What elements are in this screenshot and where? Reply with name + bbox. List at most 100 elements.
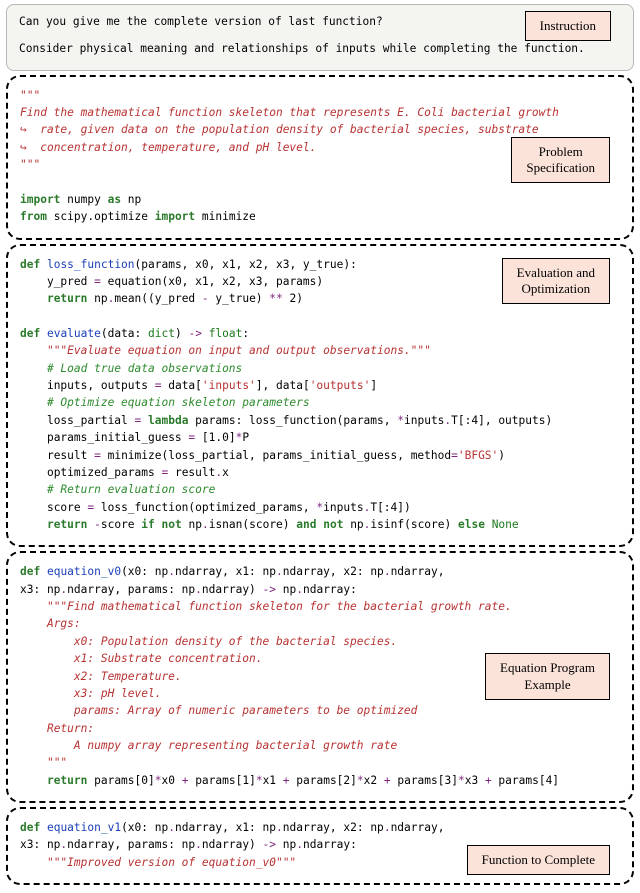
txt: (x0: np: [121, 565, 168, 578]
txt: params_initial_guess: [20, 431, 188, 444]
op-minus: -: [202, 292, 209, 305]
docstring: """Find mathematical function skeleton f…: [47, 600, 512, 613]
op-star: *: [256, 774, 263, 787]
op-arrow: ->: [263, 583, 276, 596]
equation-example-block: Equation Program Example def equation_v0…: [6, 551, 634, 803]
kw-and: and: [296, 518, 316, 531]
label-problem-spec: Problem Specification: [511, 137, 610, 184]
bf-dict: dict: [148, 327, 175, 340]
txt: T[:4]): [370, 501, 410, 514]
doc-x1: x1: Substrate concentration.: [74, 652, 263, 665]
kw-import: import: [155, 210, 195, 223]
txt: loss_partial: [20, 414, 135, 427]
txt: minimize(loss_partial, params_initial_gu…: [101, 449, 451, 462]
bf-none: None: [492, 518, 519, 531]
txt: np: [276, 583, 296, 596]
triple-open: """: [20, 89, 40, 102]
kw-def: def: [20, 327, 40, 340]
txt: ndarray, x1: np: [175, 565, 276, 578]
txt: np: [121, 193, 141, 206]
op-minus: -: [94, 518, 101, 531]
kw-return: return: [47, 774, 87, 787]
problem-spec-block: Problem Specification """ Find the mathe…: [6, 75, 634, 240]
kw-not: not: [323, 518, 343, 531]
txt: data[: [161, 379, 201, 392]
op-dot: .: [296, 838, 303, 851]
txt: ndarray, params: np: [67, 838, 195, 851]
doc-return: Return:: [47, 722, 94, 735]
op-dot: .: [384, 821, 391, 834]
txt: ], data[: [256, 379, 310, 392]
txt: ndarray:: [303, 583, 357, 596]
label-eq-example: Equation Program Example: [485, 653, 610, 700]
txt: ]: [370, 379, 377, 392]
kw-def: def: [20, 565, 40, 578]
op-star: *: [397, 414, 404, 427]
bf-float: float: [209, 327, 243, 340]
function-to-complete-block: Function to Complete def equation_v1(x0:…: [6, 807, 634, 885]
txt: ndarray): [202, 583, 263, 596]
txt: inputs: [323, 501, 363, 514]
txt: x3: np: [20, 838, 60, 851]
instruction-block: Instruction Can you give me the complete…: [6, 4, 634, 71]
txt: numpy: [60, 193, 107, 206]
triple-close: """: [20, 158, 40, 171]
fn-evaluate: evaluate: [47, 327, 101, 340]
op-eq: =: [94, 275, 101, 288]
txt: ndarray): [202, 838, 263, 851]
txt: loss_function(optimized_params,: [94, 501, 316, 514]
txt: y_pred: [20, 275, 94, 288]
txt: score: [101, 518, 141, 531]
txt: x: [222, 466, 229, 479]
txt: ndarray, params: np: [67, 583, 195, 596]
txt: params[1]: [188, 774, 255, 787]
txt: params[3]: [391, 774, 458, 787]
docstring: """Evaluate equation on input and output…: [47, 344, 431, 357]
op-dot: .: [384, 565, 391, 578]
txt: np: [343, 518, 363, 531]
txt: params: loss_function(params,: [188, 414, 397, 427]
str: 'outputs': [310, 379, 371, 392]
txt: [1.0]: [195, 431, 235, 444]
doc-x2: x2: Temperature.: [74, 670, 182, 683]
spec-l2: rate, given data on the population densi…: [40, 123, 538, 136]
op-arrow: ->: [188, 327, 201, 340]
doc-x3: x3: pH level.: [74, 687, 162, 700]
instruction-line2: Consider physical meaning and relationsh…: [19, 40, 621, 57]
doc-ret-line: A numpy array representing bacterial gro…: [74, 739, 397, 752]
op-dot: .: [168, 821, 175, 834]
label-to-complete: Function to Complete: [467, 845, 610, 875]
txt: minimize: [195, 210, 256, 223]
kw-from: from: [20, 210, 47, 223]
triple-close: """: [47, 756, 67, 769]
txt: result: [168, 466, 215, 479]
spec-l1: Find the mathematical function skeleton …: [20, 106, 559, 119]
txt: inputs: [404, 414, 444, 427]
kw-def: def: [20, 258, 40, 271]
op-dot: .: [202, 518, 209, 531]
txt: ndarray,: [391, 821, 445, 834]
op-dstar: **: [269, 292, 282, 305]
docstring: """Improved version of equation_v0""": [47, 856, 296, 869]
txt: :: [242, 327, 249, 340]
txt: x1: [263, 774, 283, 787]
op-dot: .: [276, 565, 283, 578]
txt: ): [498, 449, 505, 462]
label-eval-opt: Evaluation and Optimization: [502, 258, 610, 305]
kw-not: not: [162, 518, 182, 531]
eval-opt-block: Evaluation and Optimization def loss_fun…: [6, 244, 634, 548]
txt: params[2]: [290, 774, 357, 787]
op-arrow: ->: [263, 838, 276, 851]
txt: mean((y_pred: [114, 292, 202, 305]
txt: result: [20, 449, 94, 462]
txt: ): [175, 327, 188, 340]
txt: equation(x0, x1, x2, x3, params): [101, 275, 323, 288]
txt: ndarray, x2: np: [283, 821, 384, 834]
txt: T[:4], outputs): [451, 414, 552, 427]
str: 'BFGS': [458, 449, 498, 462]
txt: 2): [283, 292, 303, 305]
txt: x2: [364, 774, 384, 787]
fn-eqv1: equation_v1: [47, 821, 121, 834]
spec-l3: concentration, temperature, and pH level…: [40, 141, 316, 154]
txt: (data:: [101, 327, 148, 340]
